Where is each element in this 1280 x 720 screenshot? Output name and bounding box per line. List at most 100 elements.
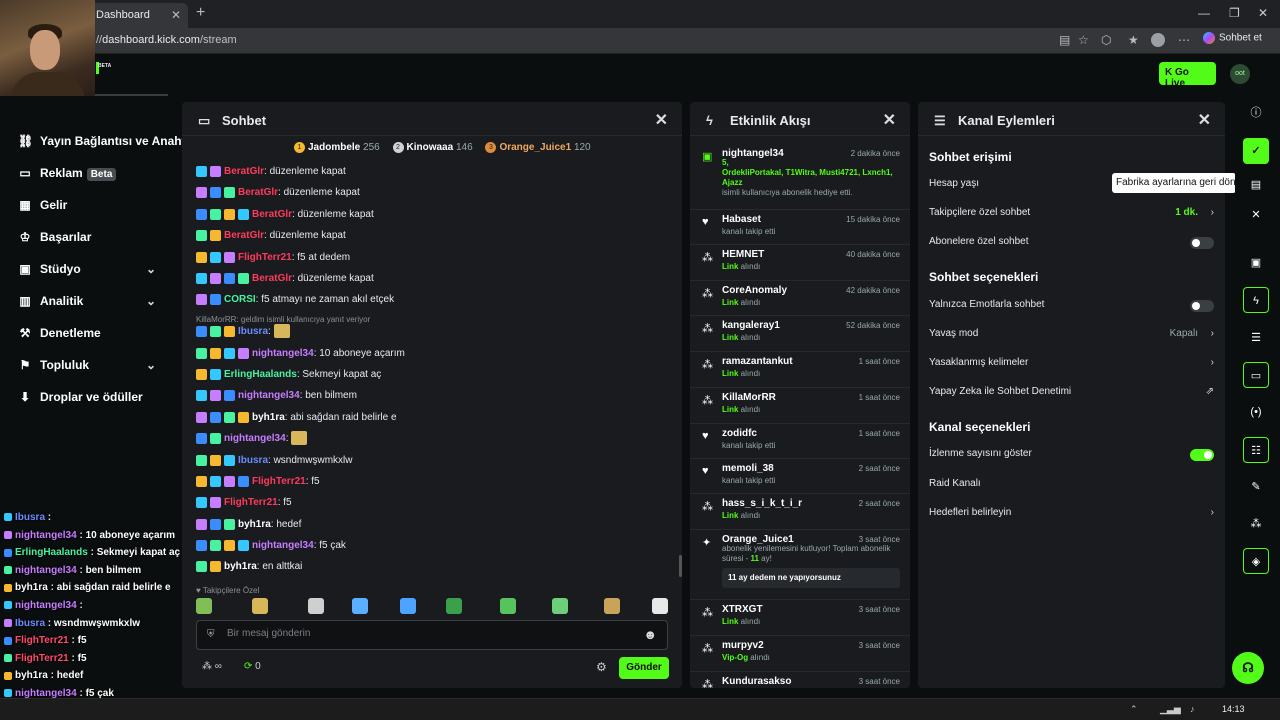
emote-icon[interactable]: [196, 598, 212, 614]
new-tab-icon[interactable]: +: [196, 4, 205, 22]
chat-username[interactable]: BeratGlr: [224, 230, 264, 241]
activity-item[interactable]: ⁂ HEMNET 40 dakika önce Link alındı: [700, 249, 900, 279]
chat-username[interactable]: ErlingHaalands: [224, 369, 297, 380]
emote-icon[interactable]: [604, 598, 620, 614]
chat-username[interactable]: BeratGlr: [252, 209, 292, 220]
sidebar-item-studio[interactable]: ▣ Stüdyo ⌄: [18, 262, 156, 276]
activity-item[interactable]: ⁂ ramazantankut 1 saat önce Link alındı: [700, 356, 900, 386]
activity-username[interactable]: hass_s_i_k_t_i_r: [722, 498, 802, 509]
activity-username[interactable]: HEMNET: [722, 249, 764, 260]
activity-item[interactable]: ♥ memoli_38 2 saat önce kanalı takip etti: [700, 463, 900, 493]
activity-username[interactable]: Kundurasakso: [722, 676, 791, 687]
activity-item[interactable]: ⁂ Kundurasakso 3 saat önce: [700, 676, 900, 688]
chat-message[interactable]: BeratGlr: düzenleme kapat: [196, 207, 374, 223]
chat-message[interactable]: BeratGlr: düzenleme kapat: [196, 271, 374, 287]
chat-message[interactable]: nightangel34: ben bilmem: [196, 388, 357, 404]
activity-username[interactable]: KillaMorRR: [722, 392, 776, 403]
emotes-only-toggle[interactable]: [1190, 300, 1214, 312]
activity-item[interactable]: ♥ Habaset 15 dakika önce kanalı takip etti: [700, 214, 900, 244]
close-tab-icon[interactable]: ✕: [171, 8, 181, 22]
emote-icon[interactable]: [308, 598, 324, 614]
sidebar-item-ads[interactable]: ▭ Reklam Beta: [18, 166, 117, 181]
wrench-icon[interactable]: ✎: [1243, 474, 1269, 500]
close-channel-panel-button[interactable]: ✕: [1198, 110, 1211, 130]
chat-scrollbar[interactable]: [679, 555, 682, 577]
activity-item[interactable]: ⁂ KillaMorRR 1 saat önce Link alındı: [700, 392, 900, 422]
activity-item[interactable]: ⁂ hass_s_i_k_t_i_r 2 saat önce Link alındı: [700, 498, 900, 528]
targets-row[interactable]: Hedefleri belirleyin ›: [929, 507, 1214, 523]
chat-username[interactable]: nightangel34: [252, 540, 314, 551]
more-menu-icon[interactable]: ⋯: [1178, 33, 1192, 47]
chat-message[interactable]: BeratGlr: düzenleme kapat: [196, 164, 346, 180]
volume-icon[interactable]: ♪: [1190, 704, 1195, 714]
channel-points-infinite[interactable]: ⁂ ∞: [202, 661, 222, 672]
chat-message[interactable]: CORSI: f5 atmayı ne zaman akıl etçek: [196, 292, 394, 308]
channel-points-count[interactable]: ⟳ 0: [244, 661, 261, 672]
chat-username[interactable]: FlighTerr21: [224, 497, 278, 508]
chat-message[interactable]: nightangel34: f5 çak: [196, 538, 346, 554]
activity-item[interactable]: ⁂ murpyv2 3 saat önce Vip-Og alındı: [700, 640, 900, 670]
activity-item[interactable]: ⁂ CoreAnomaly 42 dakika önce Link alındı: [700, 285, 900, 315]
emoji-picker-icon[interactable]: ☻: [643, 627, 657, 642]
emote-icon[interactable]: [500, 598, 516, 614]
chat-username[interactable]: Ibusra: [238, 326, 268, 337]
emote-icon[interactable]: [552, 598, 568, 614]
chat-message[interactable]: byh1ra: abi sağdan raid belirle e: [196, 410, 397, 426]
go-live-button[interactable]: K Go Live: [1159, 62, 1216, 89]
chat-message[interactable]: byh1ra: en alttkai: [196, 559, 302, 575]
chat-username[interactable]: nightangel34: [224, 433, 286, 444]
emote-icon[interactable]: [400, 598, 416, 614]
broadcast-icon[interactable]: (•): [1243, 399, 1269, 425]
activity-username[interactable]: memoli_38: [722, 463, 774, 474]
activity-item[interactable]: ♥ zodidfc 1 saat önce kanalı takip etti: [700, 428, 900, 458]
activity-username[interactable]: XTRXGT: [722, 604, 763, 615]
url-text[interactable]: //dashboard.kick.com/stream: [96, 34, 237, 46]
sidebar-item-achievements[interactable]: ♔ Başarılar: [18, 230, 92, 244]
ai-moderation-row[interactable]: Yapay Zeka ile Sohbet Denetimi ⇗: [929, 386, 1214, 402]
sidebar-item-analytics[interactable]: ▥ Analitik ⌄: [18, 294, 156, 308]
chat-username[interactable]: nightangel34: [238, 390, 300, 401]
send-button[interactable]: Gönder: [619, 657, 669, 679]
emote-icon[interactable]: [352, 598, 368, 614]
chat-username[interactable]: FlighTerr21: [252, 476, 306, 487]
minimize-icon[interactable]: —: [1198, 6, 1210, 20]
checkmark-icon[interactable]: ✓: [1243, 138, 1269, 164]
activity-item[interactable]: ⁂ kangaleray1 52 dakika önce Link alındı: [700, 320, 900, 350]
chat-username[interactable]: byh1ra: [252, 412, 285, 423]
subs-only-toggle[interactable]: [1190, 237, 1214, 249]
close-chat-panel-button[interactable]: ✕: [655, 110, 668, 130]
channel-actions-icon[interactable]: ☷: [1243, 437, 1269, 463]
info-icon[interactable]: ⓘ: [1243, 100, 1269, 126]
chat-message[interactable]: nightangel34:: [196, 431, 310, 447]
activity-username[interactable]: zodidfc: [722, 428, 757, 439]
sidebar-item-revenue[interactable]: ▦ Gelir: [18, 198, 67, 212]
tray-chevron-icon[interactable]: ⌃: [1130, 704, 1138, 715]
activity-username[interactable]: kangaleray1: [722, 320, 780, 331]
chat-username[interactable]: nightangel34: [252, 348, 314, 359]
chat-message[interactable]: BeratGlr: düzenleme kapat: [196, 185, 360, 201]
activity-item[interactable]: ⁂ XTRXGT 3 saat önce Link alındı: [700, 604, 900, 634]
profile-avatar-icon[interactable]: [1151, 33, 1165, 47]
emote-icon[interactable]: [446, 598, 462, 614]
chat-username[interactable]: byh1ra: [238, 519, 271, 530]
activity-username[interactable]: murpyv2: [722, 640, 764, 651]
chat-settings-gear-icon[interactable]: ⚙: [596, 660, 607, 674]
favorite-star-icon[interactable]: ☆: [1078, 33, 1092, 47]
chat-message[interactable]: FlighTerr21: f5: [196, 474, 320, 490]
emote-icon[interactable]: [252, 598, 268, 614]
copilot-button[interactable]: Sohbet et: [1203, 32, 1262, 44]
emote-icon[interactable]: [652, 598, 668, 614]
raid-channel-row[interactable]: Raid Kanalı: [929, 478, 1214, 494]
chat-username[interactable]: FlighTerr21: [238, 252, 292, 263]
chat-message[interactable]: ErlingHaalands: Sekmeyi kapat aç: [196, 367, 381, 383]
chat-username[interactable]: byh1ra: [224, 561, 257, 572]
help-headset-icon[interactable]: ☊: [1232, 652, 1264, 684]
chat-message[interactable]: nightangel34: 10 aboneye açarım: [196, 346, 405, 362]
chat-message[interactable]: Ibusra: wsndmwşwmkxlw: [196, 453, 352, 469]
chat-username[interactable]: Ibusra: [238, 455, 268, 466]
sidebar-item-stream-key[interactable]: ⛓ Yayın Bağlantısı ve Anahtarı: [18, 134, 200, 148]
maximize-icon[interactable]: ❐: [1229, 6, 1240, 20]
chat-username[interactable]: BeratGlr: [224, 166, 264, 177]
chat-username[interactable]: BeratGlr: [252, 273, 292, 284]
extensions-icon[interactable]: ⬡: [1101, 33, 1115, 47]
